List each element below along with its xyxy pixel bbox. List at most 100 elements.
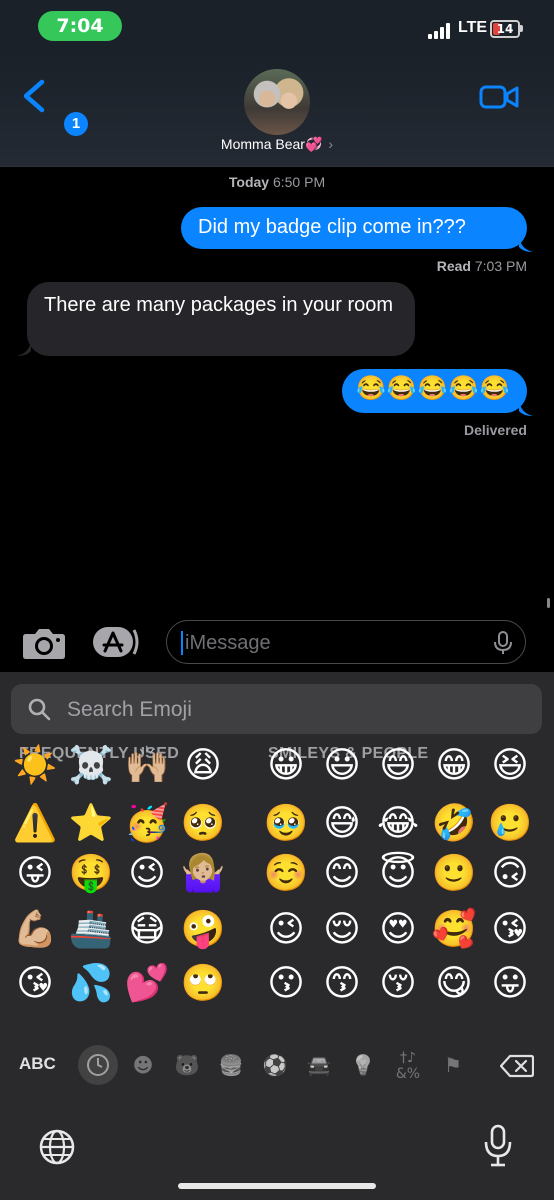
emoji-key[interactable]: 😄 [374, 742, 422, 790]
imessage-field[interactable] [166, 620, 526, 664]
emoji-key[interactable]: 🥰 [430, 906, 478, 954]
emoji-key[interactable]: 😂 [374, 800, 422, 848]
bubble-tail [519, 401, 533, 416]
emoji-key[interactable]: ⚠️ [11, 800, 59, 848]
read-label: Read [436, 258, 471, 274]
emoji-key[interactable]: 😙 [318, 960, 366, 1008]
bubble-tail [17, 341, 31, 356]
emoji-key[interactable]: 😃 [318, 742, 366, 790]
emoji-key[interactable]: 😩 [179, 742, 227, 790]
emoji-key[interactable]: 🙂 [430, 850, 478, 898]
animals-category-icon[interactable]: 🐻 [170, 1048, 204, 1082]
emoji-key[interactable]: 🥳 [123, 800, 171, 848]
emoji-key[interactable]: 😍 [374, 906, 422, 954]
contact-name-button[interactable]: Momma Bear💞 › [0, 136, 554, 153]
emoji-key[interactable]: 🥹 [262, 800, 310, 848]
battery-level: 14 [496, 22, 514, 36]
emoji-key[interactable]: 😷 [123, 906, 171, 954]
delete-backspace-icon[interactable] [500, 1054, 534, 1078]
dictation-microphone-icon[interactable] [483, 1124, 513, 1168]
emoji-key[interactable]: 🤑 [67, 850, 115, 898]
dictation-mic-icon[interactable] [493, 631, 513, 655]
emoji-search-field[interactable] [11, 684, 542, 734]
objects-category-icon[interactable]: 💡 [346, 1048, 380, 1082]
battery-cap [520, 25, 523, 32]
bubble-tail [519, 237, 533, 252]
emoji-key[interactable]: 🙄 [179, 960, 227, 1008]
battery-icon: 14 [490, 20, 520, 38]
network-label: LTE [458, 19, 488, 36]
recent-clock-icon[interactable] [78, 1045, 118, 1085]
globe-icon[interactable] [38, 1128, 76, 1166]
emoji-key[interactable]: 💕 [123, 960, 171, 1008]
app-store-icon[interactable] [92, 626, 142, 658]
emoji-key[interactable]: 😀 [262, 742, 310, 790]
status-bar: 7:04 LTE 14 [0, 0, 554, 52]
flags-category-icon[interactable]: ⚑ [436, 1048, 470, 1082]
emoji-key[interactable]: 😌 [318, 906, 366, 954]
emoji-key[interactable]: 😉 [262, 906, 310, 954]
camera-icon[interactable] [22, 626, 66, 660]
message-text: 😂😂😂😂😂 [356, 375, 511, 402]
emoji-key[interactable]: 😊 [318, 850, 366, 898]
emoji-key[interactable]: 🥲 [486, 800, 534, 848]
emoji-key[interactable]: 🤷🏼‍♀️ [179, 850, 227, 898]
emoji-key[interactable]: 😆 [486, 742, 534, 790]
emoji-key[interactable]: 😋 [430, 960, 478, 1008]
emoji-key[interactable]: 💪🏼 [11, 906, 59, 954]
back-button[interactable]: 1 [20, 78, 88, 136]
status-time: 7:04 [38, 11, 122, 41]
emoji-key[interactable]: 🙌🏼 [123, 742, 171, 790]
emoji-key[interactable]: 🤣 [430, 800, 478, 848]
unread-badge: 1 [64, 112, 88, 136]
timestamp-day: Today [228, 174, 270, 190]
activity-category-icon[interactable]: ⚽ [258, 1048, 292, 1082]
home-indicator[interactable] [178, 1183, 376, 1189]
read-time: 7:03 PM [474, 258, 527, 274]
smileys-category-icon[interactable]: ☻ [126, 1048, 160, 1082]
message-bubble-incoming[interactable]: There are many packages in your room [27, 282, 415, 356]
emoji-key[interactable]: 😁 [430, 742, 478, 790]
food-category-icon[interactable]: 🍔 [214, 1048, 248, 1082]
emoji-key[interactable]: ⭐ [67, 800, 115, 848]
chevron-right-icon: › [328, 136, 334, 152]
emoji-key[interactable]: 😛 [486, 960, 534, 1008]
emoji-key[interactable]: 😇 [374, 850, 422, 898]
emoji-key[interactable]: 🥺 [179, 800, 227, 848]
emoji-key[interactable]: 😅 [318, 800, 366, 848]
emoji-key[interactable]: ☀️ [11, 742, 59, 790]
message-text: There are many packages in your room [44, 294, 394, 316]
conversation-header: 1 Momma Bear💞 › [0, 52, 554, 167]
emoji-key[interactable]: 😗 [262, 960, 310, 1008]
abc-key[interactable]: ABC [19, 1054, 56, 1074]
emoji-key[interactable]: 💦 [67, 960, 115, 1008]
imessage-input[interactable] [183, 629, 487, 657]
emoji-keyboard: FREQUENTLY USED SMILEYS & PEOPLE ☀️⚠️😜💪🏼… [0, 672, 554, 1200]
emoji-key[interactable]: ☺️ [262, 850, 310, 898]
emoji-key[interactable]: 😘 [486, 906, 534, 954]
scroll-indicator[interactable] [547, 598, 550, 608]
read-receipt: Read 7:03 PM [437, 258, 527, 274]
emoji-key[interactable]: 😚 [374, 960, 422, 1008]
facetime-video-icon[interactable] [478, 82, 520, 112]
emoji-key[interactable]: ☠️ [67, 742, 115, 790]
contact-heart-emoji: 💞 [304, 136, 323, 152]
travel-category-icon[interactable]: 🚘 [302, 1048, 336, 1082]
emoji-key[interactable]: 🙃 [486, 850, 534, 898]
message-bubble-outgoing[interactable]: Did my badge clip come in??? [181, 207, 527, 249]
symbols-category-icon[interactable]: †♪ &% [391, 1048, 425, 1084]
timestamp-time: 6:50 PM [272, 174, 326, 190]
emoji-key[interactable]: 😉 [123, 850, 171, 898]
emoji-key[interactable]: 😘 [11, 960, 59, 1008]
message-bubble-outgoing[interactable]: 😂😂😂😂😂 [342, 369, 527, 413]
contact-name: Momma Bear [220, 136, 305, 152]
search-icon [28, 698, 51, 721]
delivered-status: Delivered [463, 422, 527, 438]
contact-avatar[interactable] [244, 69, 310, 135]
emoji-key[interactable]: 😜 [11, 850, 59, 898]
emoji-key[interactable]: 🚢 [67, 906, 115, 954]
emoji-search-input[interactable] [65, 696, 469, 724]
emoji-key[interactable]: 🤪 [179, 906, 227, 954]
thread-timestamp: Today 6:50 PM [0, 174, 554, 190]
signal-icon [428, 23, 456, 39]
